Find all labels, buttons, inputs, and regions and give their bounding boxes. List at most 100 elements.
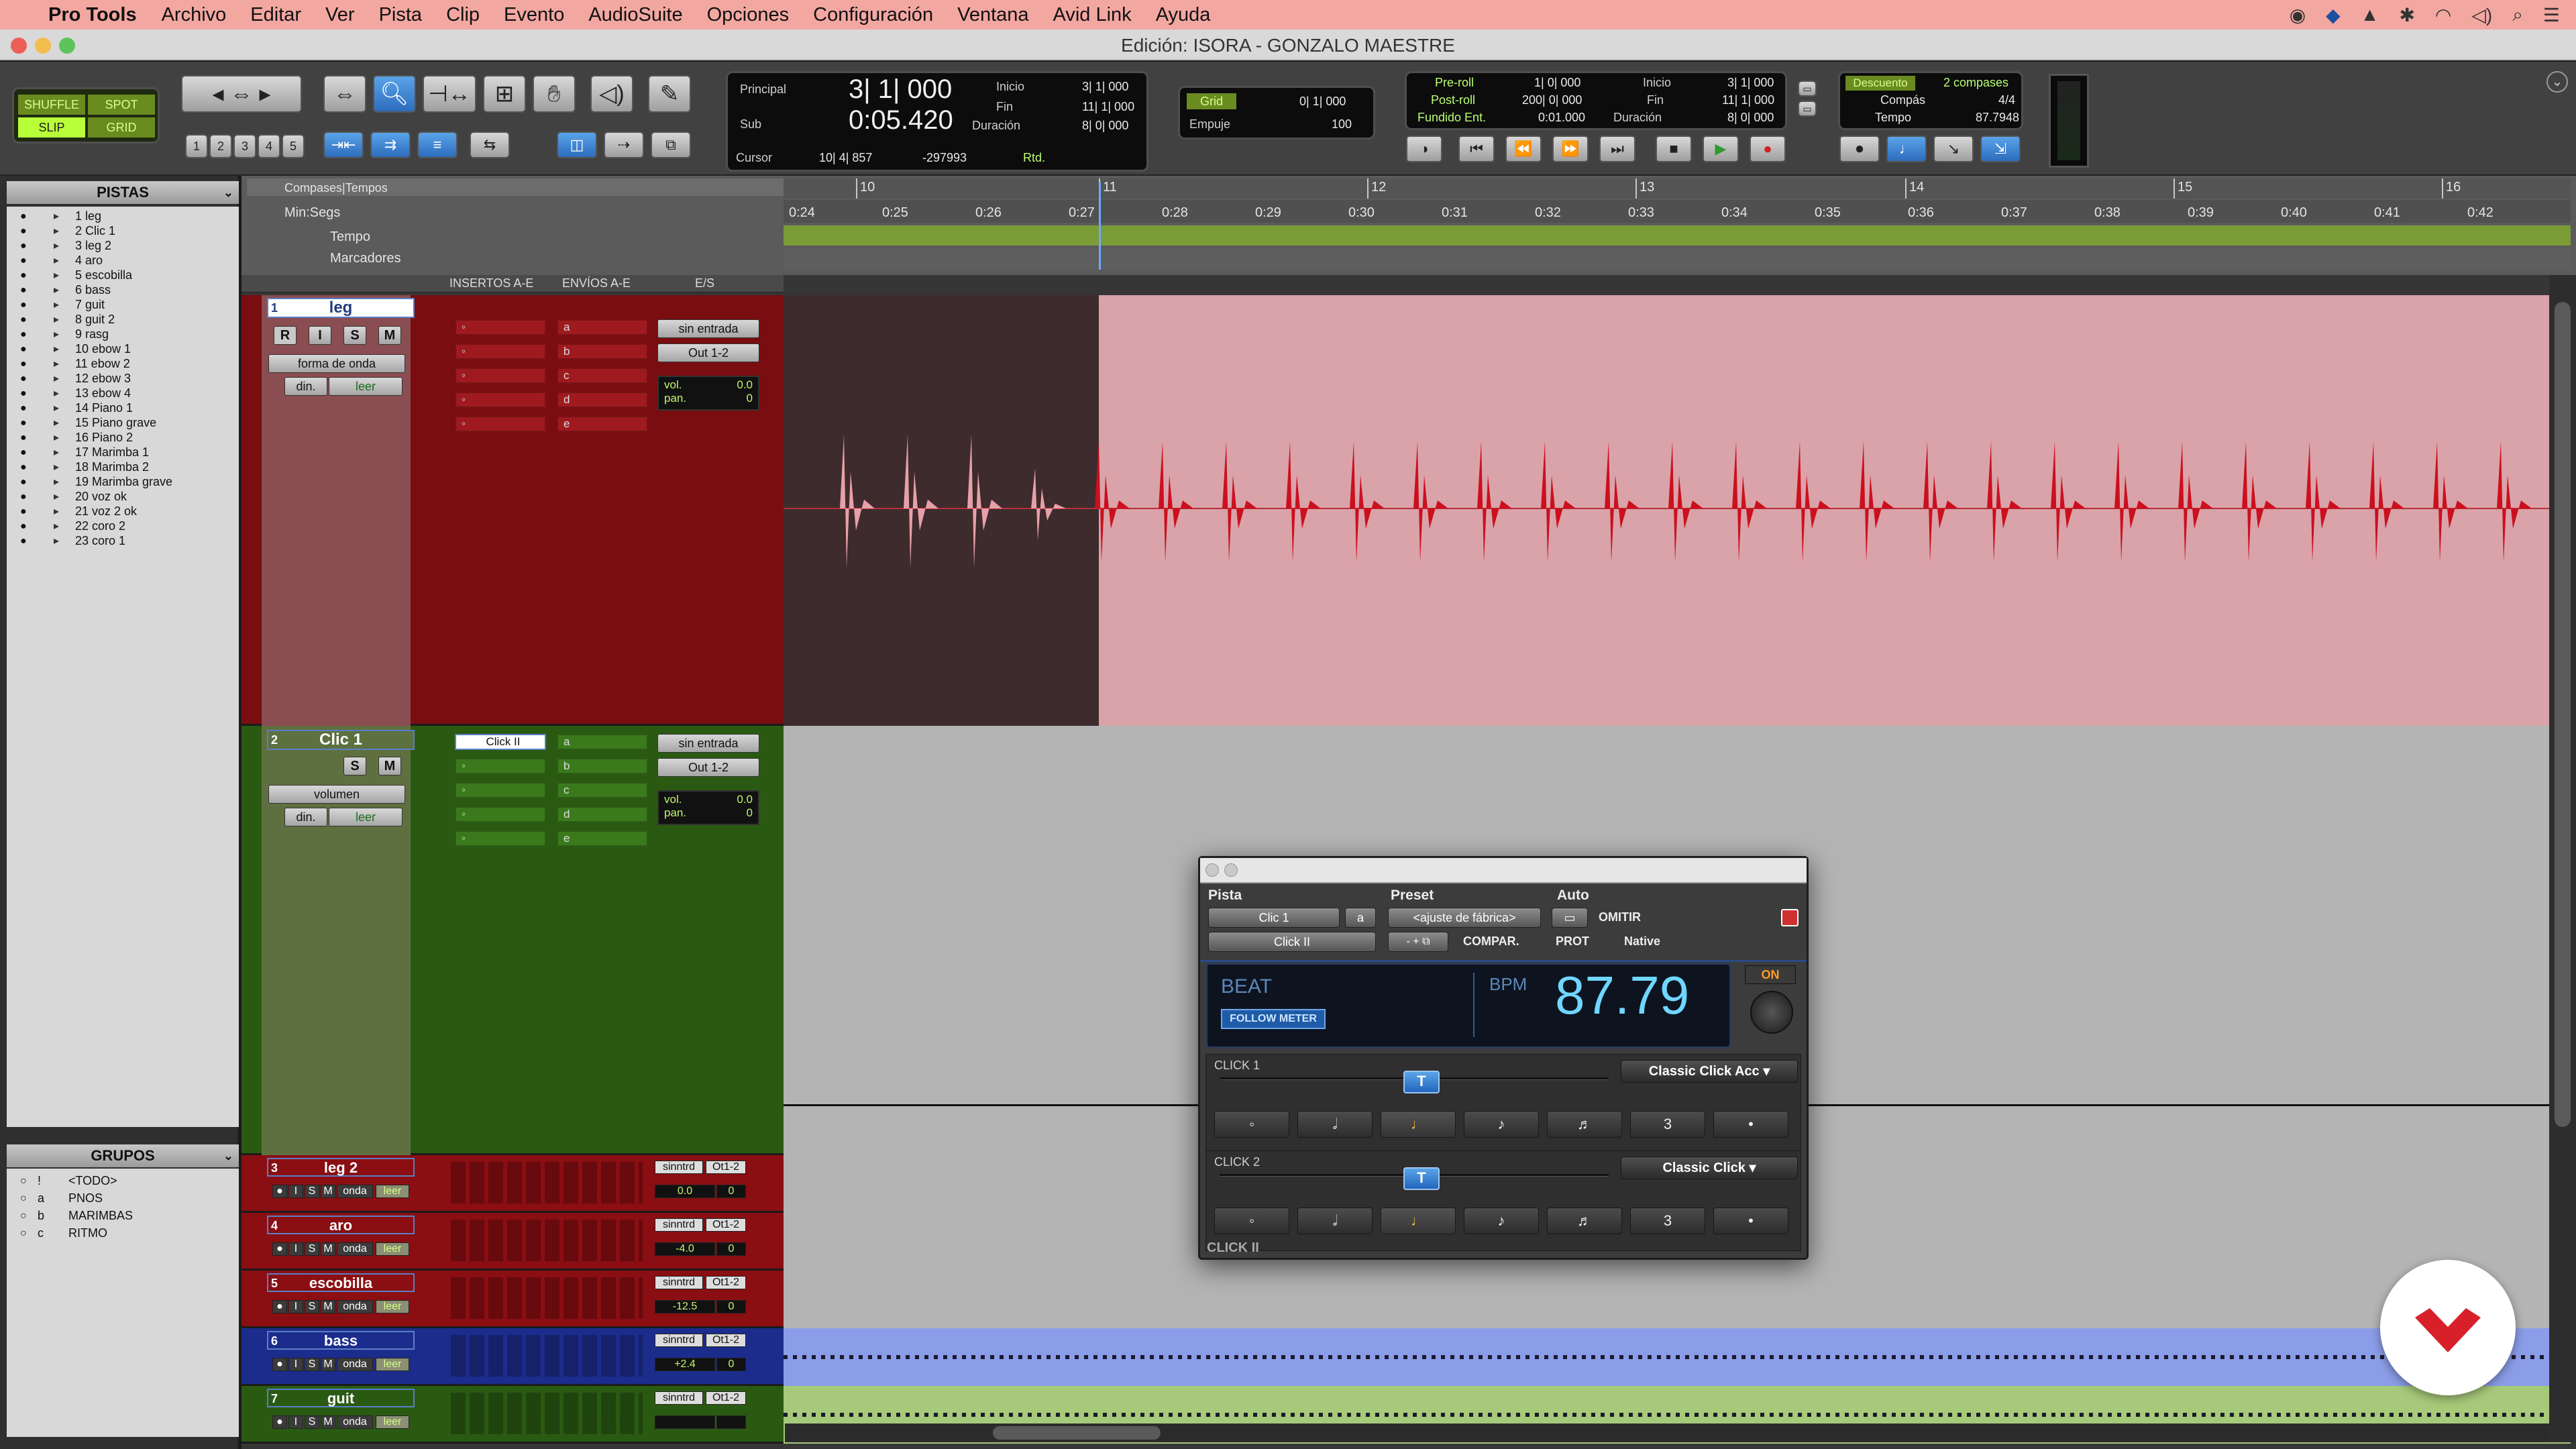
track-list-item[interactable]: ● ▸ 1 leg bbox=[7, 209, 239, 224]
mini-track-name[interactable]: 4 aro bbox=[267, 1216, 415, 1234]
metronome-icon[interactable]: ♩ bbox=[1886, 136, 1927, 162]
solo-button[interactable]: S bbox=[343, 757, 366, 775]
track-disclosure-icon[interactable]: ▸ bbox=[54, 519, 59, 533]
record-enable-icon[interactable]: ● bbox=[272, 1185, 287, 1198]
mute-button[interactable]: M bbox=[321, 1185, 335, 1198]
automation-mode[interactable]: leer bbox=[376, 1415, 409, 1429]
automation-mode[interactable]: leer bbox=[329, 808, 402, 826]
input-selector[interactable]: sinntrd bbox=[655, 1276, 703, 1289]
track-visible-icon[interactable]: ● bbox=[20, 255, 27, 267]
track-disclosure-icon[interactable]: ▸ bbox=[54, 475, 59, 488]
menu-audiosuite[interactable]: AudioSuite bbox=[588, 4, 682, 26]
insert-slot-d[interactable]: ◦ bbox=[455, 392, 546, 408]
click-2-level-slider[interactable]: T bbox=[1403, 1167, 1440, 1190]
menu-ayuda[interactable]: Ayuda bbox=[1156, 4, 1211, 26]
volume-pan-display[interactable]: vol. 0.0 pan. 0 bbox=[657, 790, 759, 825]
tracks-list-header[interactable]: PISTAS ⌄ bbox=[7, 181, 239, 204]
menu-ventana[interactable]: Ventana bbox=[957, 4, 1028, 26]
track-visible-icon[interactable]: ● bbox=[20, 521, 27, 533]
click-2-quarter-note[interactable]: ♩ bbox=[1381, 1208, 1456, 1234]
output-selector[interactable]: Ot1-2 bbox=[706, 1334, 746, 1347]
mute-button[interactable]: M bbox=[321, 1415, 335, 1429]
click-2-sound-selector[interactable]: Classic Click ▾ bbox=[1621, 1157, 1798, 1179]
plugin-selector[interactable]: Click II bbox=[1208, 932, 1376, 952]
volume-knob[interactable] bbox=[1750, 991, 1793, 1034]
pan-value[interactable]: 0 bbox=[716, 1185, 746, 1198]
track-disclosure-icon[interactable]: ▸ bbox=[54, 313, 59, 326]
input-monitor-button[interactable]: I bbox=[288, 1185, 303, 1198]
track-list-item[interactable]: ● ▸ 5 escobilla bbox=[7, 268, 239, 283]
volume-icon[interactable]: ◁) bbox=[2471, 4, 2492, 26]
mute-button[interactable]: M bbox=[378, 326, 401, 345]
preset-selector[interactable]: <ajuste de fábrica> bbox=[1388, 908, 1541, 928]
track-visible-icon[interactable]: ● bbox=[20, 358, 27, 370]
bpm-value[interactable]: 87.79 bbox=[1555, 965, 1689, 1026]
group-list-item[interactable]: ○ c RITMO bbox=[7, 1226, 239, 1241]
nudge-value[interactable]: 100 bbox=[1332, 117, 1352, 131]
input-monitor-button[interactable]: I bbox=[309, 326, 331, 345]
horizontal-scrollbar[interactable] bbox=[785, 1424, 2549, 1442]
slip-button[interactable]: SLIP bbox=[18, 117, 85, 138]
send-slot-b[interactable]: b bbox=[557, 758, 648, 774]
click-2-off-button[interactable]: ◦ bbox=[1214, 1208, 1289, 1234]
vertical-scroll-thumb[interactable] bbox=[2555, 302, 2571, 1127]
send-slot-a[interactable]: a bbox=[557, 734, 648, 750]
compare-button[interactable]: COMPAR. bbox=[1463, 934, 1519, 949]
record-enable-button[interactable]: R bbox=[274, 326, 297, 345]
input-selector[interactable]: sinntrd bbox=[655, 1161, 703, 1174]
volume-pan-display[interactable]: vol. 0.0 pan. 0 bbox=[657, 376, 759, 411]
magnifier-tool-icon[interactable]: 🔍︎ bbox=[373, 75, 416, 113]
track-disclosure-icon[interactable]: ▸ bbox=[54, 431, 59, 444]
zoomer-tool-icon[interactable]: ⇔ bbox=[323, 75, 366, 113]
mini-track-name[interactable]: 5 escobilla bbox=[267, 1273, 415, 1292]
volume-value[interactable]: -12.5 bbox=[655, 1300, 715, 1313]
mini-track-name[interactable]: 6 bass bbox=[267, 1331, 415, 1350]
track-disclosure-icon[interactable]: ▸ bbox=[54, 209, 59, 223]
fast-forward-icon[interactable]: ⏩ bbox=[1552, 136, 1589, 162]
menu-configuracion[interactable]: Configuración bbox=[813, 4, 933, 26]
ruler-tempo-label[interactable]: Tempo bbox=[330, 229, 370, 245]
groups-list-menu-icon[interactable]: ⌄ bbox=[223, 1144, 233, 1167]
click-1-quarter-note[interactable]: ♩ bbox=[1381, 1111, 1456, 1138]
track-list-item[interactable]: ● ▸ 6 bass bbox=[7, 283, 239, 298]
online-icon[interactable]: ◑ bbox=[1406, 136, 1442, 162]
menu-opciones[interactable]: Opciones bbox=[707, 4, 790, 26]
protect-button[interactable]: PROT bbox=[1556, 934, 1589, 949]
insert-slot-a[interactable]: ◦ bbox=[455, 319, 546, 335]
mute-button[interactable]: M bbox=[321, 1242, 335, 1256]
spot-button[interactable]: SPOT bbox=[88, 95, 155, 115]
track-list-item[interactable]: ● ▸ 22 coro 2 bbox=[7, 519, 239, 534]
output-selector[interactable]: Ot1-2 bbox=[706, 1276, 746, 1289]
group-list-item[interactable]: ○ a PNOS bbox=[7, 1191, 239, 1206]
track-visible-icon[interactable]: ● bbox=[20, 299, 27, 311]
grabber-hand-icon[interactable]: ✋︎ bbox=[533, 75, 576, 113]
playlist-bass[interactable] bbox=[784, 1328, 2571, 1386]
output-selector[interactable]: Ot1-2 bbox=[706, 1218, 746, 1232]
record-enable-icon[interactable]: ● bbox=[272, 1358, 287, 1371]
automation-mode[interactable]: leer bbox=[376, 1358, 409, 1371]
playlist-escobilla[interactable] bbox=[784, 1271, 2571, 1328]
mute-button[interactable]: M bbox=[378, 757, 401, 775]
track-list-item[interactable]: ● ▸ 14 Piano 1 bbox=[7, 401, 239, 416]
input-selector[interactable]: sin entrada bbox=[657, 319, 759, 338]
input-selector[interactable]: sin entrada bbox=[657, 734, 759, 753]
mirror-midi-icon[interactable]: ⇆ bbox=[470, 131, 510, 158]
track-list-item[interactable]: ● ▸ 15 Piano grave bbox=[7, 416, 239, 431]
insert-slot-b[interactable]: ◦ bbox=[455, 343, 546, 360]
track-list-item[interactable]: ● ▸ 4 aro bbox=[7, 254, 239, 268]
track-disclosure-icon[interactable]: ▸ bbox=[54, 239, 59, 252]
tracks-list-menu-icon[interactable]: ⌄ bbox=[223, 181, 233, 204]
automation-mode[interactable]: leer bbox=[376, 1242, 409, 1256]
volume-value[interactable] bbox=[655, 1415, 715, 1429]
input-selector[interactable]: sinntrd bbox=[655, 1391, 703, 1405]
track-list-item[interactable]: ● ▸ 21 voz 2 ok bbox=[7, 504, 239, 519]
insert-slot-c[interactable]: ◦ bbox=[455, 368, 546, 384]
mute-button[interactable]: M bbox=[321, 1300, 335, 1313]
wifi-icon[interactable]: ◠ bbox=[2435, 4, 2451, 26]
automation-mode[interactable]: leer bbox=[376, 1185, 409, 1198]
menu-app[interactable]: Pro Tools bbox=[48, 4, 137, 26]
output-selector[interactable]: Out 1-2 bbox=[657, 343, 759, 362]
insert-send-grid[interactable] bbox=[451, 1393, 643, 1434]
toolbar-menu-icon[interactable]: ⌄ bbox=[2546, 71, 2568, 93]
selector-tool-icon[interactable]: ⊞ bbox=[483, 75, 526, 113]
